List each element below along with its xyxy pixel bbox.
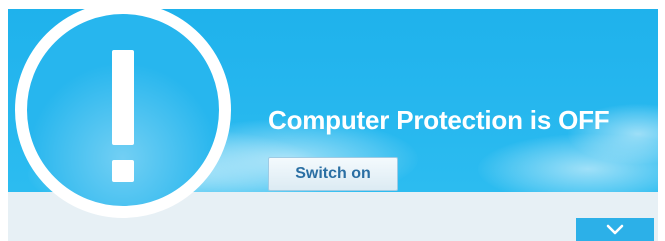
exclamation-dot bbox=[112, 160, 134, 182]
expand-button[interactable] bbox=[576, 218, 654, 241]
switch-on-button[interactable]: Switch on bbox=[268, 157, 398, 191]
chevron-down-icon bbox=[606, 224, 624, 234]
status-indicator bbox=[15, 2, 231, 218]
protection-status-panel: Computer Protection is OFF Switch on bbox=[0, 0, 665, 241]
cloud-decoration bbox=[478, 134, 658, 192]
exclamation-bar bbox=[112, 50, 134, 145]
protection-status-headline: Computer Protection is OFF bbox=[268, 105, 610, 135]
exclamation-icon bbox=[27, 14, 219, 206]
